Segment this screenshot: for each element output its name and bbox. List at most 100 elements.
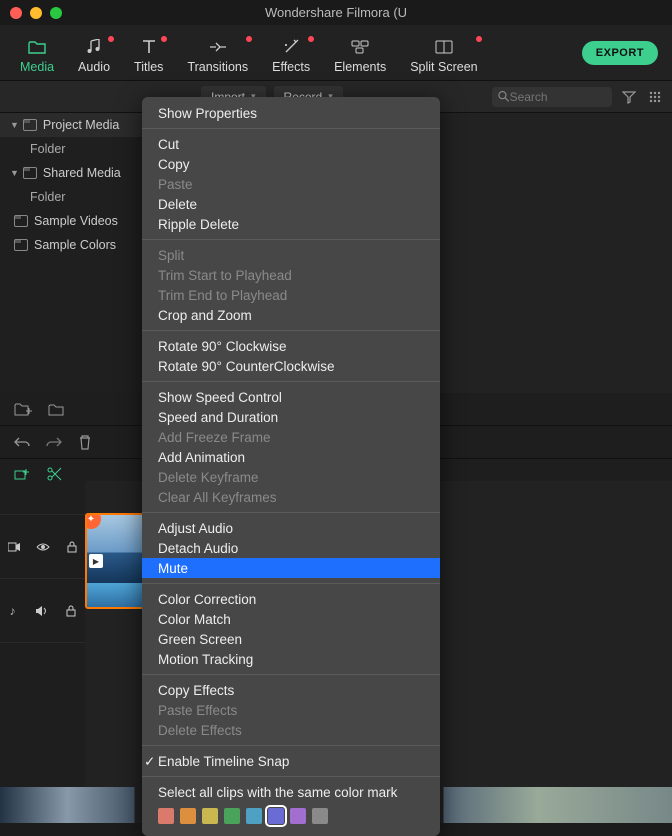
menu-motion-tracking[interactable]: Motion Tracking	[142, 649, 440, 669]
color-swatch[interactable]	[224, 808, 240, 824]
minimize-window-button[interactable]	[30, 7, 42, 19]
split-screen-icon	[435, 38, 453, 56]
menu-delete[interactable]: Delete	[142, 194, 440, 214]
menu-mute[interactable]: Mute	[142, 558, 440, 578]
video-track-controls	[0, 515, 85, 579]
menu-cut[interactable]: Cut	[142, 134, 440, 154]
menu-crop-zoom[interactable]: Crop and Zoom	[142, 305, 440, 325]
tab-effects[interactable]: Effects	[262, 32, 320, 80]
menu-delete-keyframe: Delete Keyframe	[142, 467, 440, 487]
sidebar-label: Folder	[30, 190, 65, 204]
color-swatch[interactable]	[246, 808, 262, 824]
undo-icon[interactable]	[14, 436, 30, 448]
menu-ripple-delete[interactable]: Ripple Delete	[142, 214, 440, 234]
menu-color-match[interactable]: Color Match	[142, 609, 440, 629]
tab-label: Split Screen	[410, 60, 477, 74]
window-title: Wondershare Filmora (U	[265, 5, 407, 20]
folder-icon	[23, 119, 37, 131]
menu-detach-audio[interactable]: Detach Audio	[142, 538, 440, 558]
new-folder-icon[interactable]	[14, 402, 32, 416]
sidebar-label: Project Media	[43, 118, 119, 132]
color-swatch[interactable]	[312, 808, 328, 824]
menu-rotate-ccw[interactable]: Rotate 90° CounterClockwise	[142, 356, 440, 376]
menu-clear-keyframes: Clear All Keyframes	[142, 487, 440, 507]
search-input[interactable]	[510, 90, 604, 104]
menu-color-correction[interactable]: Color Correction	[142, 589, 440, 609]
menu-paste-effects: Paste Effects	[142, 700, 440, 720]
maximize-window-button[interactable]	[50, 7, 62, 19]
color-swatch[interactable]	[180, 808, 196, 824]
color-swatch[interactable]	[158, 808, 174, 824]
tab-transitions[interactable]: Transitions	[177, 32, 258, 80]
play-icon: ▶	[89, 554, 103, 568]
redo-icon[interactable]	[46, 436, 62, 448]
new-indicator-icon	[108, 36, 114, 42]
visibility-icon[interactable]	[36, 542, 50, 552]
new-indicator-icon	[308, 36, 314, 42]
menu-split: Split	[142, 245, 440, 265]
tab-label: Transitions	[187, 60, 248, 74]
tab-media[interactable]: Media	[10, 32, 64, 80]
video-clip[interactable]: ✦ ▶	[85, 513, 145, 609]
tab-titles[interactable]: Titles	[124, 32, 173, 80]
new-indicator-icon	[476, 36, 482, 42]
tab-label: Effects	[272, 60, 310, 74]
tab-split-screen[interactable]: Split Screen	[400, 32, 487, 80]
new-indicator-icon	[246, 36, 252, 42]
tab-elements[interactable]: Elements	[324, 32, 396, 80]
clip-audio-wave	[87, 583, 143, 607]
menu-paste: Paste	[142, 174, 440, 194]
menu-green-screen[interactable]: Green Screen	[142, 629, 440, 649]
menu-separator	[142, 583, 440, 584]
video-toggle-icon[interactable]	[8, 542, 20, 552]
menu-show-speed[interactable]: Show Speed Control	[142, 387, 440, 407]
lock-icon[interactable]	[67, 541, 77, 553]
delete-icon[interactable]	[78, 434, 92, 450]
new-indicator-icon	[161, 36, 167, 42]
window-controls	[10, 7, 62, 19]
color-swatch[interactable]	[268, 808, 284, 824]
menu-copy[interactable]: Copy	[142, 154, 440, 174]
music-note-icon[interactable]: ♪	[10, 604, 16, 618]
track-row-controls	[0, 481, 85, 515]
color-mark-swatches	[142, 802, 440, 830]
sidebar-label: Folder	[30, 142, 65, 156]
menu-delete-effects: Delete Effects	[142, 720, 440, 740]
menu-enable-timeline-snap[interactable]: Enable Timeline Snap	[142, 751, 440, 771]
menu-trim-end: Trim End to Playhead	[142, 285, 440, 305]
grid-view-icon[interactable]	[646, 90, 664, 104]
close-window-button[interactable]	[10, 7, 22, 19]
menu-separator	[142, 381, 440, 382]
effects-wand-icon	[282, 38, 300, 56]
track-controls: ♪	[0, 481, 85, 823]
tab-label: Media	[20, 60, 54, 74]
menu-separator	[142, 128, 440, 129]
folder-icon	[28, 38, 46, 56]
menu-show-properties[interactable]: Show Properties	[142, 103, 440, 123]
disclosure-triangle-icon: ▼	[10, 120, 19, 130]
scissors-icon[interactable]	[46, 466, 62, 482]
menu-speed-duration[interactable]: Speed and Duration	[142, 407, 440, 427]
menu-separator	[142, 239, 440, 240]
tab-audio[interactable]: Audio	[68, 32, 120, 80]
export-button[interactable]: EXPORT	[582, 41, 658, 65]
tab-label: Titles	[134, 60, 163, 74]
folder-icon[interactable]	[48, 403, 64, 416]
menu-copy-effects[interactable]: Copy Effects	[142, 680, 440, 700]
lock-icon[interactable]	[66, 605, 76, 617]
color-swatch[interactable]	[290, 808, 306, 824]
menu-add-animation[interactable]: Add Animation	[142, 447, 440, 467]
filter-icon[interactable]	[620, 90, 638, 104]
color-swatch[interactable]	[202, 808, 218, 824]
add-marker-icon[interactable]	[14, 467, 30, 481]
main-toolbar: Media Audio Titles Transitions Effects E…	[0, 25, 672, 81]
text-icon	[140, 38, 158, 56]
menu-separator	[142, 674, 440, 675]
search-box[interactable]	[492, 87, 612, 107]
elements-icon	[351, 38, 369, 56]
menu-adjust-audio[interactable]: Adjust Audio	[142, 518, 440, 538]
tab-label: Elements	[334, 60, 386, 74]
menu-rotate-cw[interactable]: Rotate 90° Clockwise	[142, 336, 440, 356]
search-icon	[498, 90, 510, 103]
speaker-icon[interactable]	[35, 605, 47, 617]
